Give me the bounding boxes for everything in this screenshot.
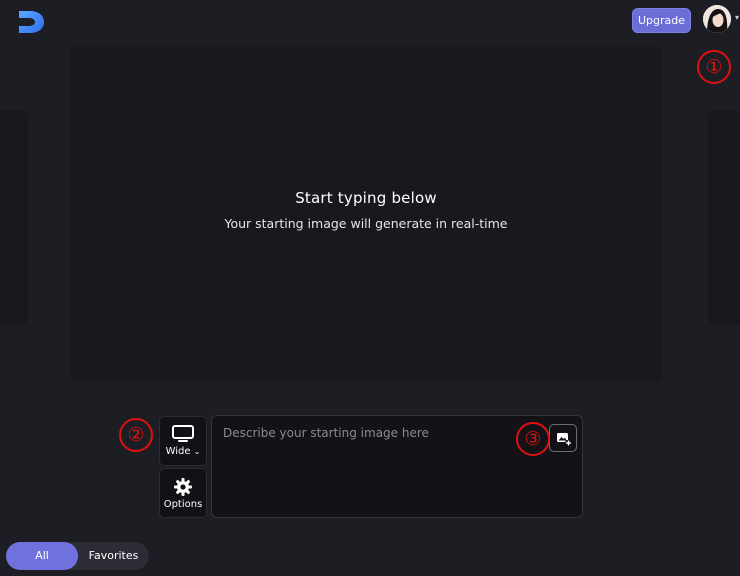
annotation-marker-1: ① [697,50,731,84]
chevron-down-icon: ⌄ [193,447,201,456]
annotation-marker-3: ③ [516,422,550,456]
tab-favorites[interactable]: Favorites [78,542,149,570]
canvas-subtitle: Your starting image will generate in rea… [224,216,508,231]
upgrade-button[interactable]: Upgrade [632,8,691,33]
next-image-panel[interactable] [708,110,740,324]
image-canvas: Start typing below Your starting image w… [70,47,662,381]
chevron-down-icon[interactable]: ▾ [735,13,739,22]
app-logo-icon[interactable] [16,8,46,36]
user-avatar[interactable] [703,5,731,33]
app-root: Upgrade ▾ ① Start typing below Your star… [0,0,740,576]
aspect-ratio-button[interactable]: Wide ⌄ [159,416,207,466]
prompt-input[interactable] [221,424,545,512]
annotation-marker-2: ② [119,418,153,452]
aspect-ratio-label: Wide [165,446,191,457]
options-button[interactable]: Options [159,468,207,518]
previous-image-panel[interactable] [0,110,28,324]
add-image-button[interactable] [549,424,577,452]
filter-tabs: All Favorites [6,542,149,570]
canvas-title: Start typing below [295,189,437,207]
tab-all[interactable]: All [6,542,78,570]
add-image-icon [557,433,572,446]
options-label: Options [163,499,203,510]
gear-icon [174,478,192,496]
monitor-icon [172,425,194,442]
